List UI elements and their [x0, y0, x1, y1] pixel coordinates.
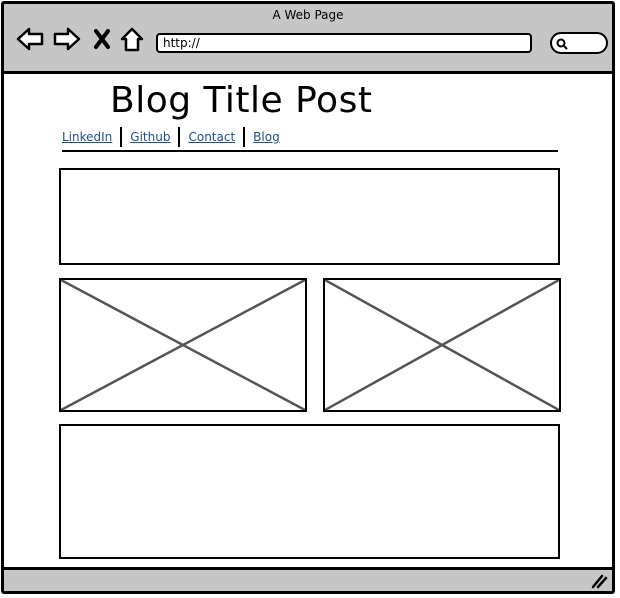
image-placeholder-cross-icon — [61, 280, 305, 410]
close-icon[interactable] — [90, 26, 118, 52]
browser-window: A Web Page http:// Blog Title Post Linke… — [1, 1, 615, 594]
address-text: http:// — [163, 36, 200, 50]
search-box[interactable] — [550, 32, 608, 54]
nav-link-github[interactable]: Github — [122, 130, 178, 144]
content-block-bottom — [59, 424, 560, 559]
address-bar[interactable]: http:// — [156, 33, 532, 53]
nav-link-contact[interactable]: Contact — [180, 130, 243, 144]
header-divider — [62, 150, 558, 152]
resize-grip-icon[interactable] — [590, 573, 608, 589]
page-title: Blog Title Post — [110, 80, 373, 121]
nav-link-blog[interactable]: Blog — [245, 130, 288, 144]
forward-arrow-icon[interactable] — [53, 26, 81, 52]
back-arrow-icon[interactable] — [16, 26, 44, 52]
status-bar — [4, 567, 612, 591]
nav-links: LinkedIn Github Contact Blog — [62, 126, 288, 148]
browser-toolbar: A Web Page http:// — [4, 4, 612, 74]
image-placeholder-left — [59, 278, 307, 412]
window-title: A Web Page — [272, 8, 344, 22]
image-placeholder-right — [323, 278, 561, 412]
search-icon — [556, 38, 568, 50]
content-block-top — [59, 168, 560, 265]
home-icon[interactable] — [118, 26, 146, 52]
nav-link-linkedin[interactable]: LinkedIn — [62, 130, 120, 144]
image-placeholder-cross-icon — [325, 280, 559, 410]
